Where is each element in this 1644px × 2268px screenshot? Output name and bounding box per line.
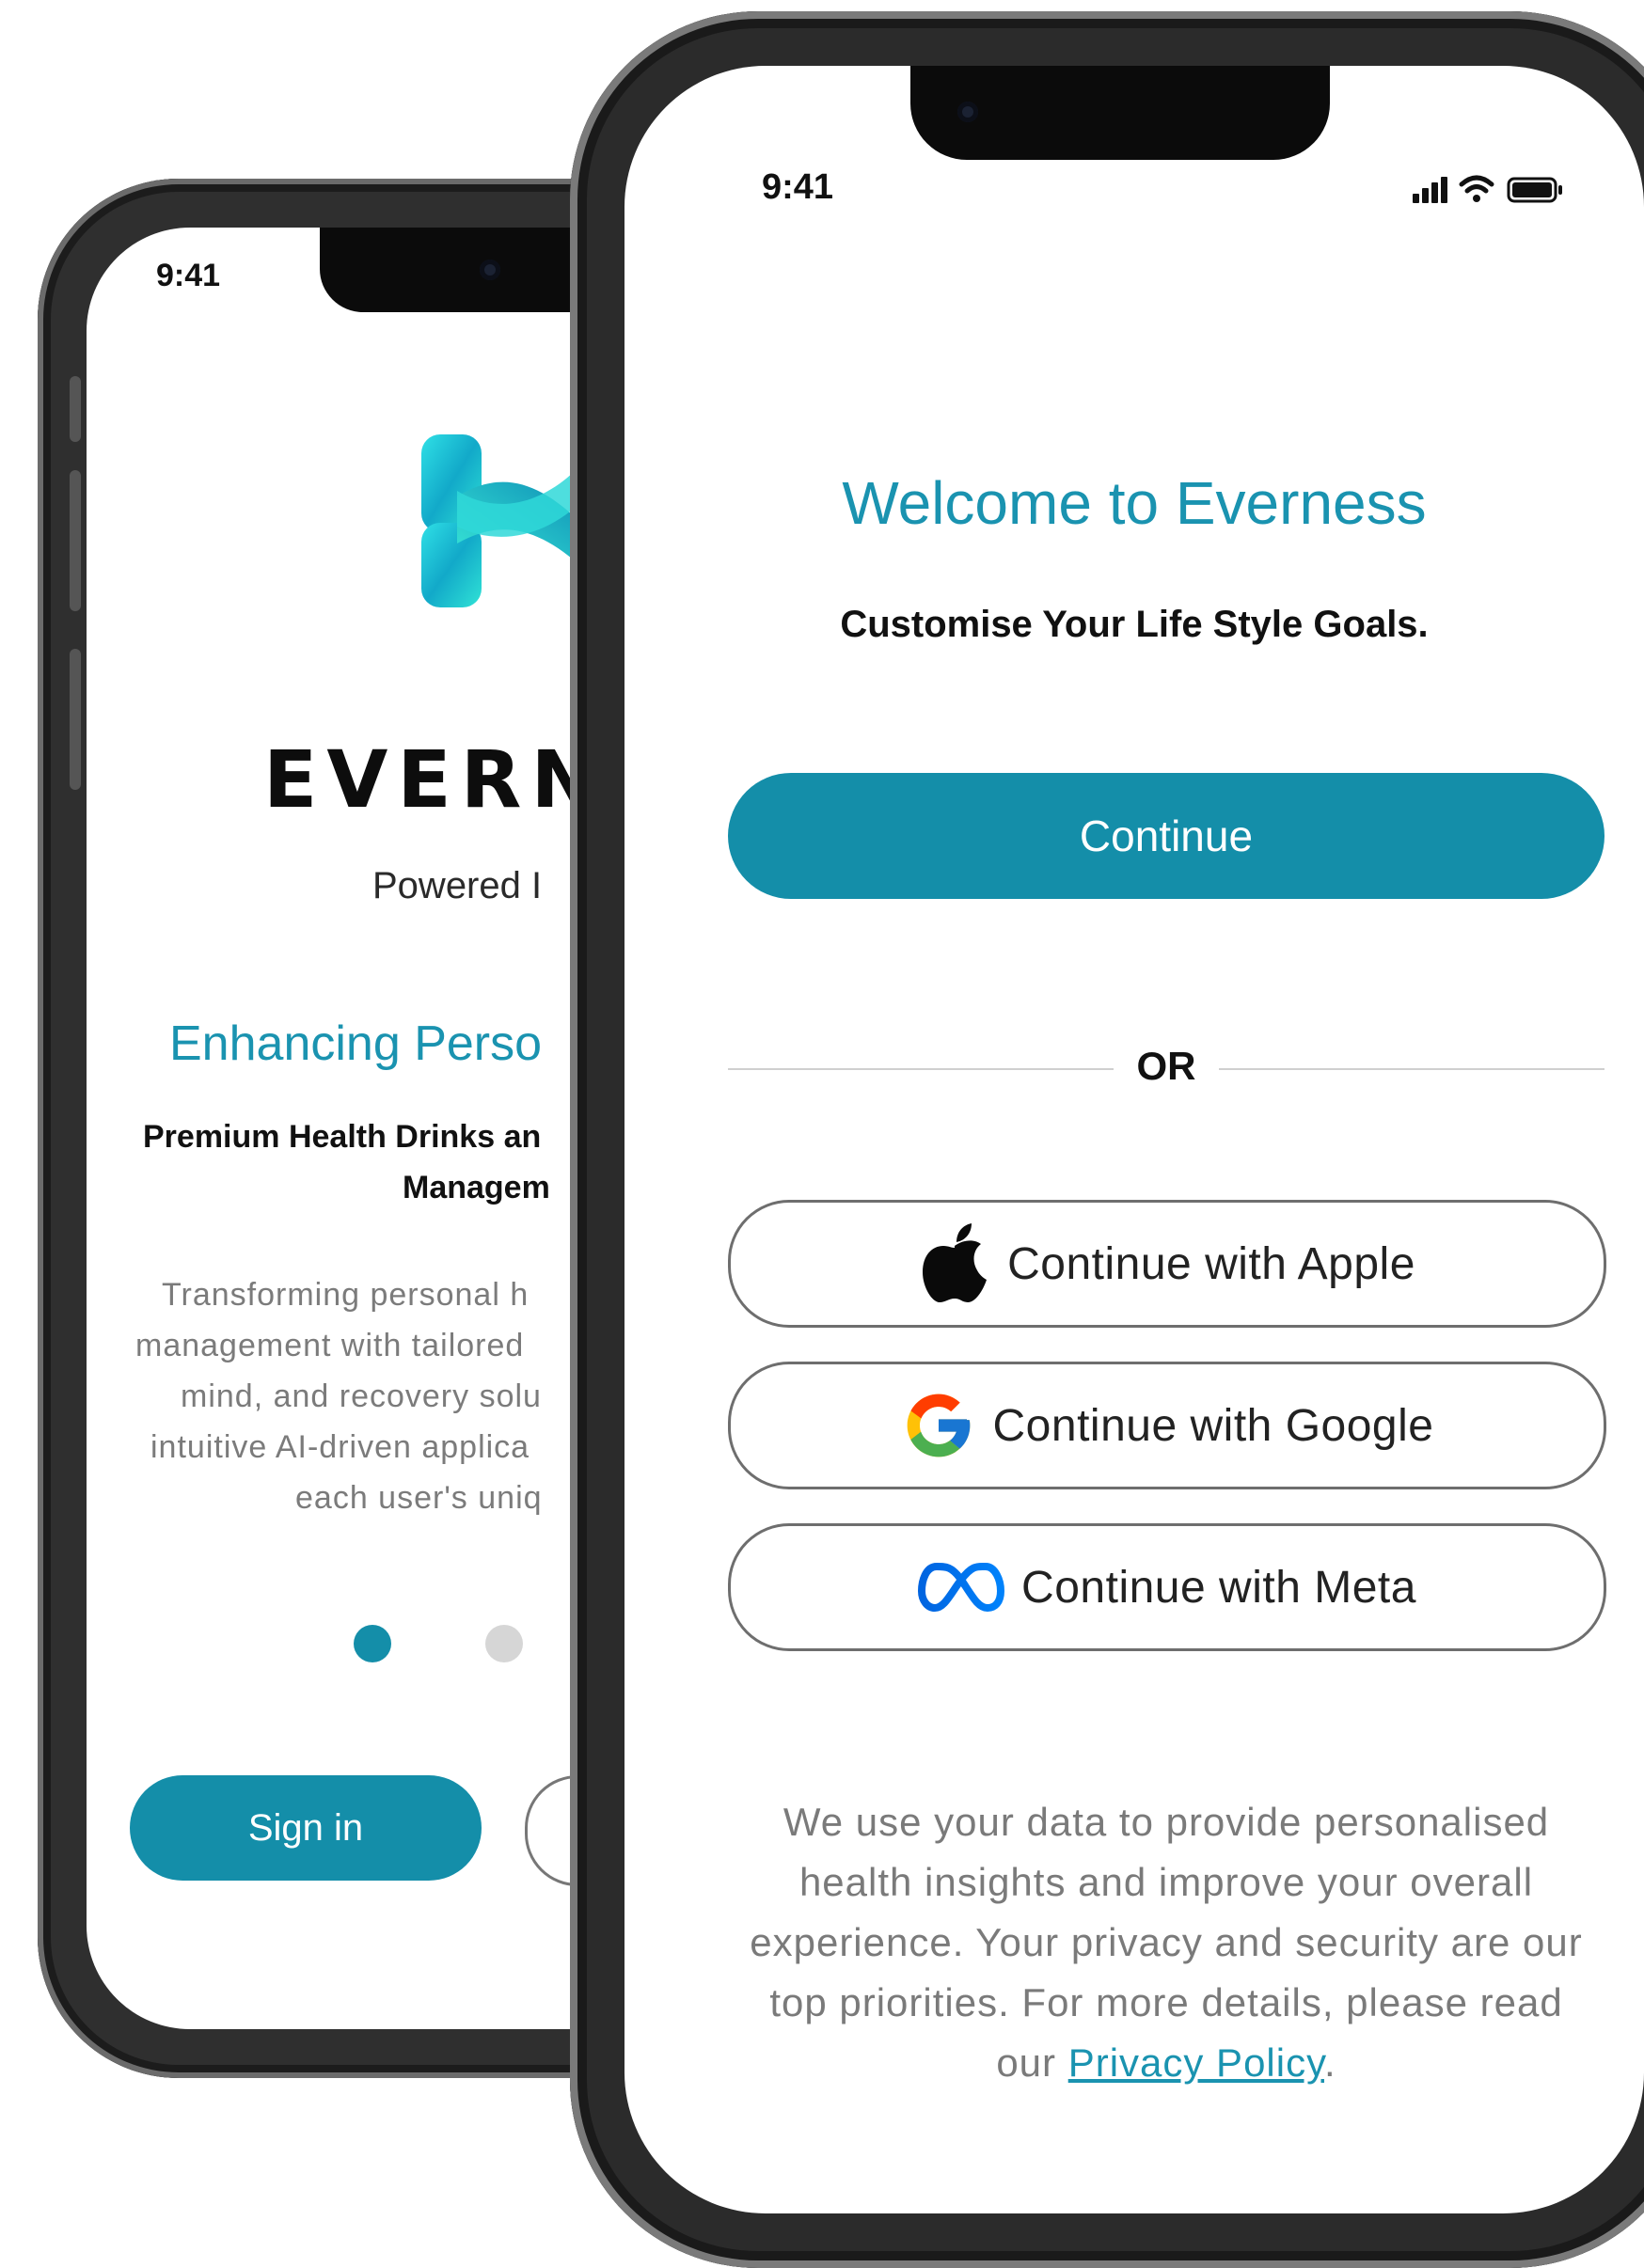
- pager-dot[interactable]: [485, 1625, 523, 1662]
- tagline: Customise Your Life Style Goals.: [840, 604, 1429, 645]
- privacy-suffix: .: [1323, 2040, 1336, 2085]
- privacy-line: experience. Your privacy and security ar…: [750, 1920, 1583, 1964]
- welcome-title: Welcome to Everness: [842, 469, 1427, 537]
- description-line: Transforming personal h: [162, 1277, 530, 1313]
- description-line: mind, and recovery solu: [181, 1378, 542, 1414]
- privacy-notice: We use your data to provide personalised…: [709, 1792, 1623, 2093]
- description-line: intuitive AI-driven applica: [150, 1429, 530, 1465]
- brand-wordmark: EVERN: [263, 733, 607, 826]
- status-time: 9:41: [762, 167, 834, 207]
- back-subtitle-line: Premium Health Drinks an: [143, 1119, 542, 1155]
- front-phone-frame: 9:41 Welcome to Everness Customise Your …: [570, 11, 1644, 2268]
- privacy-policy-link[interactable]: Privacy Policy: [1068, 2040, 1324, 2085]
- front-notch: [910, 66, 1330, 160]
- battery-icon: [1507, 177, 1562, 203]
- or-label: OR: [1136, 1044, 1196, 1088]
- description-line: each user's uniq: [295, 1480, 543, 1516]
- continue-with-google-button[interactable]: Continue with Google: [728, 1362, 1606, 1489]
- volume-down-button: [70, 649, 81, 790]
- apple-icon: [923, 1223, 988, 1302]
- continue-with-meta-button[interactable]: Continue with Meta: [728, 1523, 1606, 1651]
- signal-icon: [1413, 177, 1447, 203]
- privacy-line-last: our Privacy Policy.: [709, 2033, 1623, 2093]
- apple-button-label: Continue with Apple: [1007, 1238, 1415, 1289]
- camera-icon: [480, 260, 500, 280]
- powered-by-text: Powered I: [372, 865, 543, 906]
- google-icon: [907, 1394, 970, 1457]
- status-bar-icons: [1413, 175, 1562, 203]
- description-line: management with tailored: [135, 1328, 525, 1363]
- sign-in-button[interactable]: Sign in: [130, 1775, 482, 1881]
- continue-with-apple-button[interactable]: Continue with Apple: [728, 1200, 1606, 1328]
- google-button-label: Continue with Google: [992, 1400, 1434, 1451]
- camera-icon: [957, 102, 978, 122]
- mute-switch: [70, 376, 81, 442]
- front-screen: 9:41 Welcome to Everness Customise Your …: [624, 66, 1644, 2213]
- continue-button[interactable]: Continue: [728, 773, 1604, 899]
- meta-button-label: Continue with Meta: [1021, 1562, 1416, 1613]
- back-subtitle-line: Managem: [403, 1170, 550, 1205]
- privacy-prefix: our: [996, 2040, 1068, 2085]
- or-divider: OR: [728, 1040, 1604, 1096]
- pager-dot-active[interactable]: [354, 1625, 391, 1662]
- privacy-line: health insights and improve your overall: [798, 1860, 1534, 1904]
- wifi-icon: [1459, 175, 1494, 202]
- privacy-line: We use your data to provide personalised: [782, 1800, 1550, 1844]
- back-headline: Enhancing Perso: [169, 1016, 543, 1071]
- status-time: 9:41: [156, 258, 221, 293]
- privacy-line: top priorities. For more details, please…: [769, 1980, 1563, 2024]
- meta-icon: [918, 1562, 1005, 1612]
- volume-up-button: [70, 470, 81, 611]
